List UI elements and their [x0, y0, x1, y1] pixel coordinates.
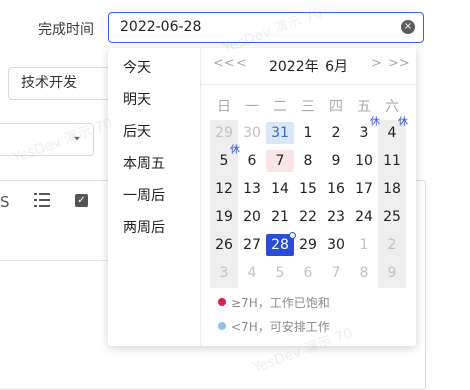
- calendar-day[interactable]: 6: [238, 150, 266, 172]
- strikethrough-icon[interactable]: S: [0, 193, 10, 211]
- clear-icon[interactable]: ×: [401, 20, 415, 34]
- category-select[interactable]: 技术开发: [8, 67, 120, 100]
- legend-dot: [218, 322, 226, 330]
- weekday-header: 二: [273, 99, 287, 115]
- legend-text: ≥7H，工作已饱和: [231, 296, 330, 310]
- legend-text: <7H，可安排工作: [231, 320, 330, 334]
- calendar-day[interactable]: 8: [350, 262, 378, 284]
- calendar-day[interactable]: 30: [322, 234, 350, 256]
- weekday-header: 五: [357, 99, 371, 115]
- calendar-day[interactable]: 18: [378, 178, 406, 200]
- chevron-down-icon: ▾: [74, 133, 81, 143]
- shortcut-item[interactable]: 明天: [123, 89, 151, 109]
- calendar-day[interactable]: 19: [210, 206, 238, 228]
- shortcut-list: 今天明天后天本周五一周后两周后: [108, 48, 201, 346]
- date-picker-panel: 今天明天后天本周五一周后两周后 << < 2022年 6月 > >> 日一二三四…: [108, 48, 416, 346]
- calendar-day[interactable]: 29: [210, 122, 238, 144]
- calendar-day[interactable]: 9: [378, 262, 406, 284]
- calendar-day[interactable]: 22: [294, 206, 322, 228]
- calendar-day[interactable]: 27: [238, 234, 266, 256]
- editor-toolbar-divider: [0, 260, 108, 261]
- calendar-day[interactable]: 14: [266, 178, 294, 200]
- weekday-header: 三: [301, 99, 315, 115]
- legend-dot: [218, 298, 226, 306]
- calendar-day[interactable]: 13: [238, 178, 266, 200]
- calendar-day[interactable]: 25: [378, 206, 406, 228]
- calendar-day[interactable]: 11: [378, 150, 406, 172]
- calendar-day[interactable]: 1: [350, 234, 378, 256]
- calendar-day[interactable]: 4: [238, 262, 266, 284]
- calendar-day[interactable]: 9: [322, 150, 350, 172]
- calendar-day[interactable]: 3: [210, 262, 238, 284]
- calendar-day[interactable]: 30: [238, 122, 266, 144]
- calendar-day[interactable]: 21: [266, 206, 294, 228]
- calendar-day[interactable]: 31: [266, 122, 294, 144]
- calendar-header: << < 2022年 6月 > >>: [201, 48, 416, 85]
- due-date-label: 完成时间: [38, 22, 94, 38]
- next-year-icon[interactable]: >>: [388, 56, 410, 71]
- calendar-day[interactable]: 7: [266, 150, 294, 172]
- weekday-header: 六: [385, 99, 399, 115]
- checkbox-icon[interactable]: ✓: [75, 194, 88, 207]
- calendar-day[interactable]: 2: [378, 234, 406, 256]
- next-month-icon[interactable]: >: [371, 56, 382, 71]
- weekday-header: 日: [217, 99, 231, 115]
- calendar-day[interactable]: 17: [350, 178, 378, 200]
- calendar-day[interactable]: 26: [210, 234, 238, 256]
- calendar-day[interactable]: 2: [322, 122, 350, 144]
- calendar-day[interactable]: 12: [210, 178, 238, 200]
- calendar-day[interactable]: 15: [294, 178, 322, 200]
- calendar-day[interactable]: 8: [294, 150, 322, 172]
- shortcut-item[interactable]: 一周后: [123, 185, 165, 205]
- due-date-input[interactable]: 2022-06-28: [108, 12, 424, 43]
- calendar-day[interactable]: 7: [322, 262, 350, 284]
- calendar-day[interactable]: 24: [350, 206, 378, 228]
- shortcut-item[interactable]: 后天: [123, 121, 151, 141]
- calendar-day[interactable]: 29: [294, 234, 322, 256]
- holiday-rest-tag: 休: [398, 117, 408, 128]
- shortcut-item[interactable]: 两周后: [123, 217, 165, 237]
- calendar-day[interactable]: 5: [266, 262, 294, 284]
- calendar-day[interactable]: 1: [294, 122, 322, 144]
- weekday-header: 四: [329, 99, 343, 115]
- calendar-day[interactable]: 16: [322, 178, 350, 200]
- shortcut-item[interactable]: 今天: [123, 57, 151, 77]
- calendar-day[interactable]: 23: [322, 206, 350, 228]
- shortcut-item[interactable]: 本周五: [123, 153, 165, 173]
- calendar-day[interactable]: 10: [350, 150, 378, 172]
- calendar-year-label[interactable]: 2022年: [269, 59, 319, 75]
- calendar-day[interactable]: 20: [238, 206, 266, 228]
- calendar-title: 2022年 6月: [201, 56, 416, 76]
- calendar-day[interactable]: 6: [294, 262, 322, 284]
- calendar-month-label[interactable]: 6月: [325, 59, 348, 75]
- weekday-header: 一: [245, 99, 259, 115]
- bullet-list-icon[interactable]: [34, 192, 50, 208]
